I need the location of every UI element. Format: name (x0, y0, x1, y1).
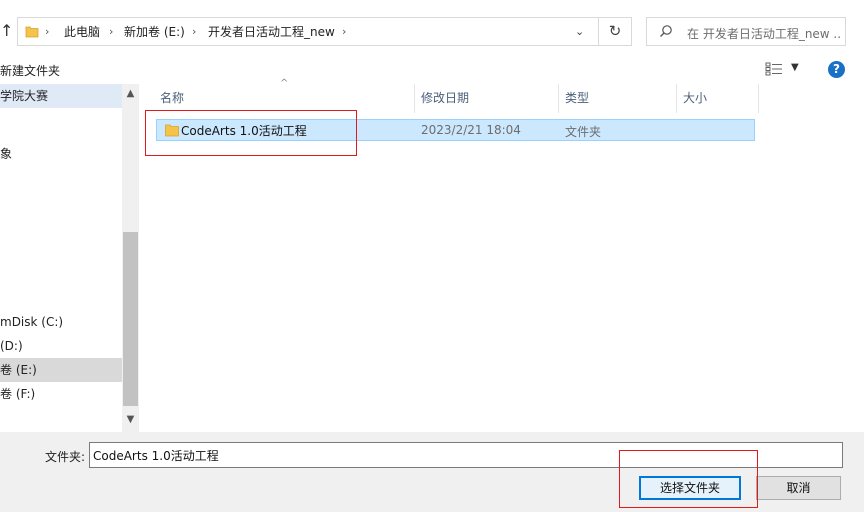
navigation-pane: 学院大赛 象 mDisk (C:) (D:) 卷 (E:) 卷 (F:) (0, 84, 140, 432)
breadcrumb-drive-e[interactable]: 新加卷 (E:) (124, 24, 185, 40)
refresh-icon: ↻ (608, 22, 622, 40)
new-folder-button[interactable]: 新建文件夹 (0, 62, 60, 79)
up-arrow-icon[interactable]: ↑ (0, 22, 14, 40)
file-name: CodeArts 1.0活动工程 (181, 124, 307, 138)
chevron-right-icon[interactable]: › (342, 24, 346, 40)
view-options-icon[interactable] (765, 62, 783, 76)
chevron-down-icon[interactable]: ⌄ (575, 25, 584, 38)
search-input[interactable]: 在 开发者日活动工程_new ... (687, 25, 841, 42)
nav-scrollbar[interactable]: ▲ ▼ (122, 84, 139, 432)
chevron-right-icon[interactable]: › (109, 24, 113, 40)
table-row[interactable]: CodeArts 1.0活动工程 2023/2/21 18:04 文件夹 (156, 119, 755, 141)
search-icon (660, 25, 672, 37)
column-header-modified[interactable]: 修改日期 (415, 84, 559, 113)
nav-item-contest[interactable]: 学院大赛 (0, 84, 122, 108)
folder-label: 文件夹: (45, 450, 86, 464)
nav-item-drive-f[interactable]: 卷 (F:) (0, 382, 122, 406)
select-folder-button[interactable]: 选择文件夹 (639, 476, 741, 500)
file-list: ^ 名称 修改日期 类型 大小 CodeArts 1.0活动工程 2023/2/… (140, 78, 864, 432)
nav-item-drive-c[interactable]: mDisk (C:) (0, 310, 122, 334)
cancel-button[interactable]: 取消 (756, 476, 841, 500)
file-modified: 2023/2/21 18:04 (421, 123, 521, 137)
toolbar: 新建文件夹 ▼ ? (0, 60, 864, 82)
address-row: ↑ › 此电脑 › 新加卷 (E:) › 开发者日活动工程_new › ⌄ ↻ … (0, 0, 864, 60)
scrollbar-thumb[interactable] (123, 232, 138, 406)
scroll-down-icon[interactable]: ▼ (122, 414, 139, 425)
breadcrumb-current-folder[interactable]: 开发者日活动工程_new (208, 24, 335, 40)
address-bar[interactable]: › 此电脑 › 新加卷 (E:) › 开发者日活动工程_new › ⌄ (17, 17, 599, 46)
chevron-right-icon[interactable]: › (192, 24, 196, 40)
folder-name-input[interactable] (89, 442, 843, 468)
nav-item-drive-e[interactable]: 卷 (E:) (0, 358, 122, 382)
help-icon[interactable]: ? (828, 61, 845, 78)
search-box[interactable]: 在 开发者日活动工程_new ... (646, 17, 846, 46)
folder-icon (165, 124, 179, 137)
breadcrumb-this-pc[interactable]: 此电脑 (64, 24, 100, 40)
chevron-down-icon[interactable]: ▼ (791, 62, 799, 73)
refresh-button[interactable]: ↻ (599, 17, 632, 46)
column-header-name[interactable]: 名称 (154, 84, 415, 113)
file-type: 文件夹 (565, 125, 602, 139)
nav-item-drive-d[interactable]: (D:) (0, 334, 122, 358)
column-header-size[interactable]: 大小 (677, 84, 759, 113)
nav-item-objects[interactable]: 象 (0, 142, 122, 166)
dialog-footer: 文件夹: 选择文件夹 取消 (0, 432, 864, 512)
scroll-up-icon[interactable]: ▲ (122, 88, 139, 99)
column-header-type[interactable]: 类型 (559, 84, 677, 113)
folder-icon (25, 26, 39, 38)
chevron-right-icon[interactable]: › (45, 24, 49, 40)
